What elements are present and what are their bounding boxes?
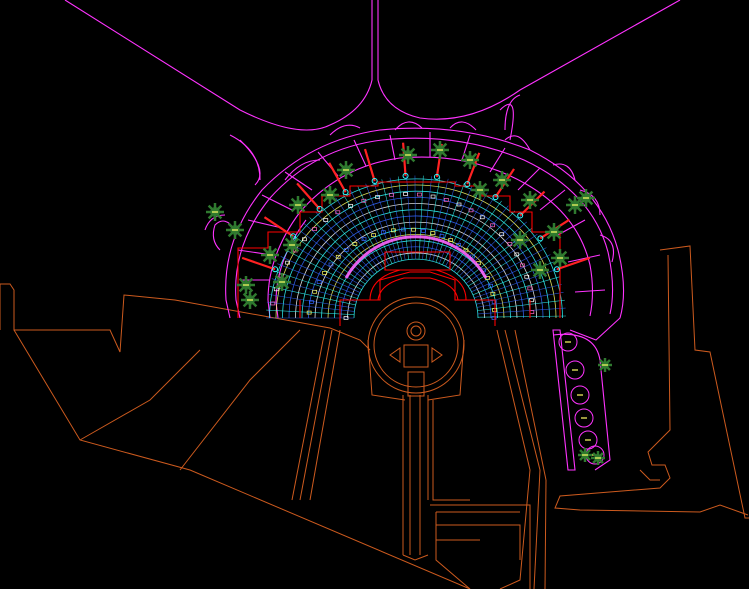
- tree-icon: [237, 276, 255, 294]
- tree-icon: [551, 249, 569, 267]
- cad-drawing-canvas[interactable]: [0, 0, 749, 589]
- tree-icon: [431, 141, 449, 159]
- tree-icon: [493, 171, 511, 189]
- tree-icon: [399, 146, 417, 164]
- tree-icon: [471, 181, 489, 199]
- tree-icon: [206, 203, 224, 221]
- tree-icon: [461, 151, 479, 169]
- tree-icon: [521, 191, 539, 209]
- tree-icon: [598, 358, 612, 372]
- site-plan: [0, 0, 749, 589]
- tree-icon: [226, 221, 244, 239]
- tree-icon: [577, 189, 595, 207]
- background: [0, 0, 749, 589]
- tree-icon: [531, 261, 549, 279]
- tree-icon: [545, 223, 563, 241]
- tree-icon: [591, 451, 605, 465]
- tree-icon: [283, 236, 301, 254]
- tree-icon: [578, 448, 592, 462]
- tree-icon: [321, 186, 339, 204]
- tree-icon: [241, 291, 259, 309]
- tree-icon: [337, 161, 355, 179]
- tree-icon: [261, 246, 279, 264]
- tree-icon: [289, 196, 307, 214]
- tree-icon: [511, 231, 529, 249]
- tree-icon: [273, 273, 291, 291]
